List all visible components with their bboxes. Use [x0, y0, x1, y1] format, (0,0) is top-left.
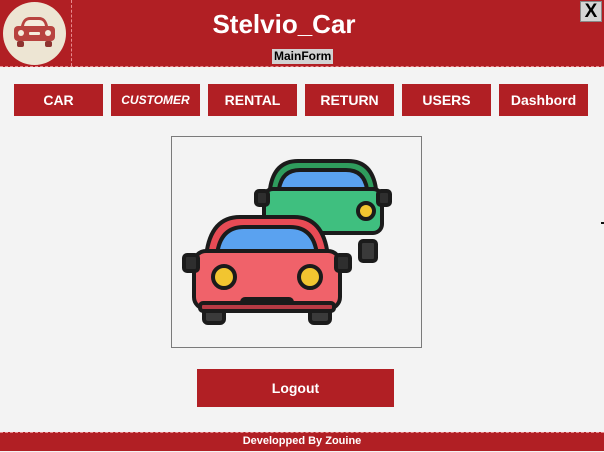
cars-picture — [171, 136, 422, 348]
dashboard-button[interactable]: Dashbord — [499, 84, 588, 116]
footer-credit: Developped By Zouine — [0, 432, 604, 451]
logo — [0, 0, 72, 66]
header-bar: Stelvio_Car MainForm — [0, 0, 604, 67]
return-button[interactable]: RETURN — [305, 84, 394, 116]
customer-button[interactable]: CUSTOMER — [111, 84, 200, 116]
car-button[interactable]: CAR — [14, 84, 103, 116]
car-logo-icon — [3, 2, 66, 65]
users-button[interactable]: USERS — [402, 84, 491, 116]
logout-button[interactable]: Logout — [197, 369, 394, 407]
app-title: Stelvio_Car — [212, 9, 356, 39]
form-label: MainForm — [272, 49, 334, 64]
close-button[interactable]: X — [580, 1, 602, 22]
rental-button[interactable]: RENTAL — [208, 84, 297, 116]
cars-illustration-icon — [182, 159, 392, 325]
